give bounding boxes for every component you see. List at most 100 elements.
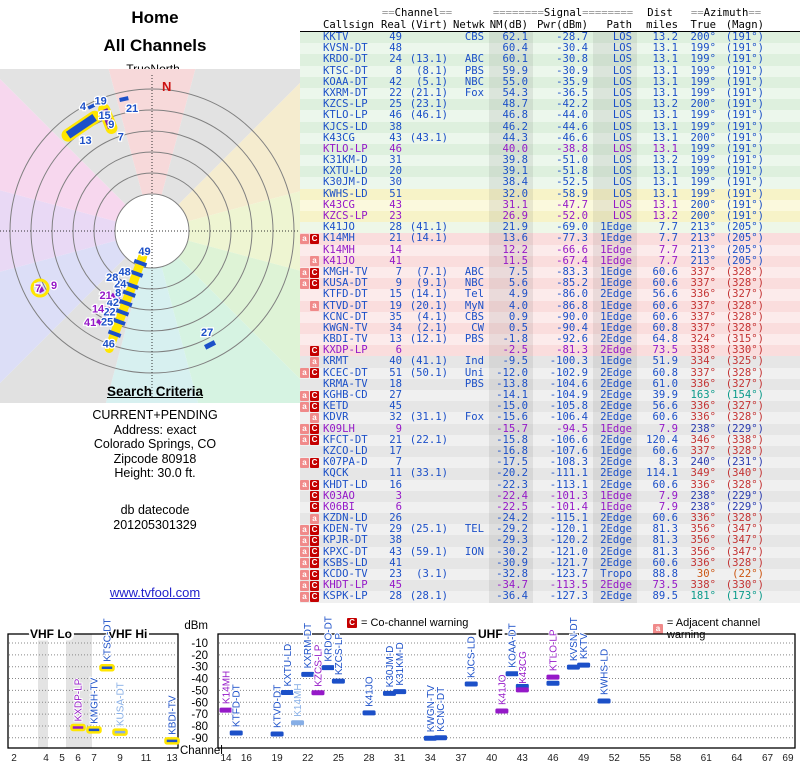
- warning-badges: [300, 166, 321, 177]
- table-cell: KTFD-DT: [323, 289, 368, 301]
- table-cell: KZCO-LD: [323, 445, 368, 457]
- warning-badges: [300, 77, 321, 88]
- table-cell: 60.6: [652, 479, 678, 491]
- table-cell: KJCS-LD: [323, 121, 368, 133]
- table-group-label: ==Channel==: [381, 8, 453, 19]
- table-cell: (330°): [725, 345, 764, 357]
- signal-bar: [546, 680, 560, 686]
- table-cell: -15.0: [489, 401, 533, 413]
- table-cell: (5.1): [416, 76, 448, 88]
- warning-badges: aC: [300, 233, 321, 244]
- table-cell: 43: [389, 546, 402, 558]
- table-cell: KZCS-LP: [323, 211, 368, 222]
- table-cell: [453, 491, 489, 502]
- station-label: KZCS-LP: [334, 633, 345, 676]
- table-cell: -101.3: [549, 490, 588, 502]
- table-cell: 13.1: [652, 132, 678, 144]
- table-cell: -15.6: [489, 412, 533, 424]
- table-cell: K09LH: [323, 423, 355, 435]
- table-cell: 120.4: [646, 434, 678, 446]
- table-row: K41JO 28 (41.1) 21.9 -69.0 1Edge 7.7 213° (205°): [300, 222, 800, 234]
- table-cell: (191°): [725, 87, 764, 99]
- table-cell: [453, 569, 489, 580]
- adjacent-channel-warning-icon: a: [300, 401, 309, 412]
- table-cell: (328°): [725, 278, 764, 290]
- warning-badges: aC: [300, 278, 321, 289]
- table-cell: -113.1: [549, 479, 588, 491]
- table-cell: [453, 200, 489, 211]
- table-cell: 38.4: [489, 177, 533, 189]
- warning-badges: aC: [300, 267, 321, 278]
- table-cell: miles: [646, 19, 678, 31]
- table-row: KXRM-DT 22 (21.1) Fox 54.3 -36.5 LOS 13.1 199° (1…: [300, 87, 800, 100]
- table-row: KRMA-TV 18 PBS -13.8 -104.6 2Edge 61.0 336° (327…: [300, 378, 800, 390]
- warning-badges: aC: [300, 580, 321, 591]
- table-cell: 7.7: [658, 255, 678, 267]
- table-cell: [453, 211, 489, 222]
- table-cell: 200°: [690, 199, 716, 211]
- table-cell: 2Edge: [593, 334, 637, 346]
- adjacent-channel-warning-icon: a: [300, 390, 309, 401]
- table-cell: LOS: [593, 65, 637, 77]
- table-cell: 7.9: [658, 501, 678, 513]
- table-cell: (22.1): [409, 434, 448, 446]
- table-cell: (191°): [725, 177, 764, 189]
- table-cell: 43: [389, 132, 402, 144]
- station-label: KXTU-LD: [283, 644, 294, 687]
- tvfool-report: Home All Channels TrueNorth 494824842222…: [0, 0, 800, 768]
- table-cell: (12.1): [409, 334, 448, 346]
- table-cell: K07PA-D: [323, 457, 368, 469]
- table-row: K43CG 43 31.1 -47.7 LOS 13.1 200° (191°): [300, 199, 800, 211]
- tvfool-link[interactable]: www.tvfool.com: [0, 585, 310, 600]
- table-cell: [407, 535, 453, 546]
- table-cell: 200°: [690, 99, 716, 111]
- table-cell: 2Edge: [593, 557, 637, 569]
- table-cell: (327°): [725, 401, 764, 413]
- x-tick-label: 22: [302, 753, 314, 764]
- table-cell: 89.5: [652, 591, 678, 603]
- table-cell: (191°): [725, 132, 764, 144]
- table-cell: (13.1): [409, 54, 448, 66]
- table-cell: 1Edge: [593, 356, 637, 368]
- table-cell: (191°): [725, 188, 764, 200]
- table-cell: LOS: [593, 110, 637, 122]
- table-cell: (328°): [725, 445, 764, 457]
- table-cell: (205°): [725, 255, 764, 267]
- signal-bar: [495, 708, 509, 714]
- table-row: a C KETD 45 -15.0 -105.8 2Edge 56.6 336° (327°): [300, 401, 800, 413]
- table-cell: 0.9: [489, 311, 533, 323]
- table-cell: (347°): [725, 524, 764, 536]
- table-cell: Fox: [464, 87, 484, 99]
- table-cell: (191°): [725, 110, 764, 122]
- table-row: K30JM-D 30 38.4 -52.5 LOS 13.1 199° (191°): [300, 177, 800, 189]
- signal-bar: [229, 730, 243, 736]
- table-column-headers: Callsign Real (Virt) Netwk NM(dB) Pwr(dBm) Pat…: [300, 19, 800, 32]
- table-cell: (205°): [725, 244, 764, 256]
- table-cell: 4.9: [489, 289, 533, 301]
- signal-bar: [393, 689, 407, 695]
- table-cell: (154°): [725, 390, 764, 401]
- table-cell: 337°: [690, 311, 716, 323]
- table-cell: 337°: [690, 266, 716, 278]
- x-tick-label: 4: [43, 753, 49, 764]
- table-cell: 349°: [690, 468, 716, 480]
- table-cell: 213°: [690, 255, 716, 267]
- adjacent-channel-warning-icon: a: [300, 524, 309, 535]
- table-cell: (191°): [725, 99, 764, 111]
- adjacent-channel-warning-icon: a: [300, 591, 309, 602]
- table-cell: 60.6: [652, 412, 678, 424]
- table-cell: 334°: [690, 356, 716, 368]
- table-cell: 45: [389, 401, 402, 413]
- table-cell: [453, 446, 489, 457]
- table-cell: 51.9: [652, 356, 678, 368]
- table-cell: 81.3: [652, 524, 678, 536]
- table-row: a C K09LH 9 -15.7 -94.5 1Edge 7.9 238° (229°): [300, 423, 800, 435]
- table-row: a C KFCT-DT 21 (22.1) -15.8 -106.6 2Edge 120.4 34…: [300, 434, 800, 446]
- table-cell: 199°: [690, 87, 716, 99]
- table-cell: KUSA-DT: [323, 278, 368, 290]
- table-cell: 2Edge: [593, 345, 637, 357]
- table-cell: 60.6: [652, 557, 678, 569]
- table-cell: KSPK-LP: [323, 591, 368, 603]
- table-cell: 8: [395, 65, 402, 77]
- table-row: K31KM-D 31 39.8 -51.0 LOS 13.2 199° (191°): [300, 155, 800, 167]
